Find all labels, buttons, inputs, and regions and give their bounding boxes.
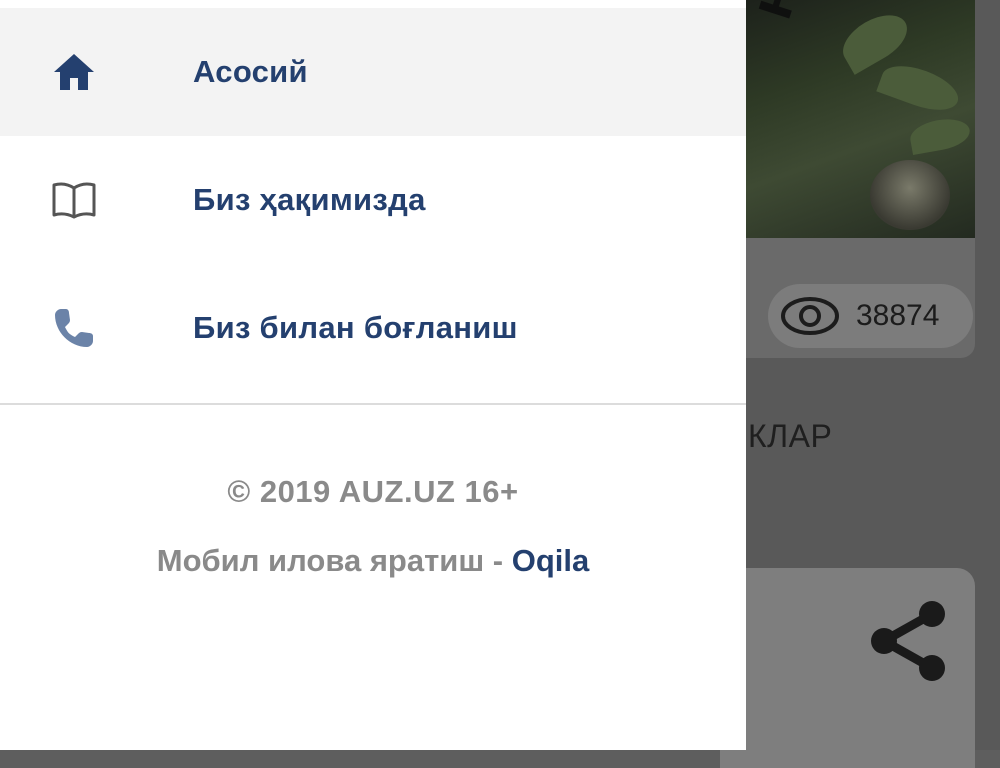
plant-leaf (907, 115, 973, 155)
section-title: КЛАР (748, 418, 833, 454)
plant-leaf (834, 5, 916, 75)
developer-link[interactable]: Oqila (512, 543, 590, 578)
lamp (870, 160, 950, 230)
views-count: 38874 (856, 299, 940, 332)
menu-item-contact[interactable]: Биз билан боғланиш (0, 264, 746, 392)
credit-prefix: Мобил илова яратиш - (156, 543, 512, 578)
home-icon (50, 48, 98, 96)
news-card-image: НК (720, 0, 975, 238)
menu-item-about[interactable]: Биз ҳақимизда (0, 136, 746, 264)
menu-item-label: Асосий (193, 54, 308, 89)
menu-item-home[interactable]: Асосий (0, 8, 746, 136)
views-badge: 38874 (768, 284, 973, 348)
copyright-text: © 2019 AUZ.UZ 16+ (227, 474, 519, 509)
book-icon (50, 176, 98, 224)
share-icon[interactable] (862, 598, 954, 684)
menu-item-label: Биз билан боғланиш (193, 310, 518, 345)
phone-icon (50, 304, 98, 352)
credit-text: Мобил илова яратиш - Oqila (0, 543, 746, 579)
plant-leaf (876, 57, 964, 119)
poster-text: НК (750, 0, 823, 26)
divider (0, 403, 746, 405)
eye-icon (781, 297, 839, 335)
menu-item-label: Биз ҳақимизда (193, 182, 426, 217)
navigation-drawer: Асосий Биз ҳақимизда Биз билан боғланиш … (0, 0, 746, 750)
